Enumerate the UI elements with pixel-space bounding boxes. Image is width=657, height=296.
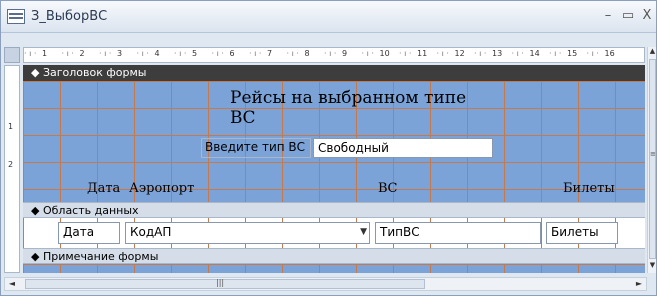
window-title: З_ВыборВС <box>31 9 108 24</box>
ruler-tick-label: 9 <box>342 49 348 58</box>
ruler-tick-label: 4 <box>154 49 160 58</box>
section-marker-icon: ◆ <box>31 250 40 263</box>
scroll-up-icon[interactable]: ▲ <box>648 47 657 57</box>
detail-section-label: Область данных <box>42 204 139 217</box>
ruler-tick-label: 14 <box>529 49 540 58</box>
ruler-tick-mark: · ı · <box>399 49 412 58</box>
ruler-tick-label: 12 <box>454 49 465 58</box>
form-selector[interactable] <box>4 47 20 63</box>
form-footer-label: Примечание формы <box>42 250 159 263</box>
scroll-right-icon[interactable]: ► <box>632 278 646 290</box>
ruler-tick-mark: · ı · <box>136 49 149 58</box>
vertical-scrollbar[interactable]: ▲ ≡ ▼ <box>647 47 656 273</box>
date-field[interactable]: Дата <box>58 222 120 244</box>
form-design-window: З_ВыборВС – ▭ X 1 · ı · 2 · ı · 3 · ı · 4 · ı ·… <box>0 0 657 296</box>
ruler-row: 1 · ı · 2 · ı · 3 · ı · 4 · ı · 5 · ı · 6 · ı · 7 · ı… <box>1 47 656 63</box>
ruler-tick-mark: · ı · <box>474 49 487 58</box>
detail-section[interactable]: Дата КодАП ▼ ТипВС Билеты <box>23 218 645 248</box>
ruler-tick-label: 15 <box>567 49 578 58</box>
ruler-tick-mark: · ı · <box>174 49 187 58</box>
ruler-tick-mark: · ı · <box>549 49 562 58</box>
ruler-tick-label: 11 <box>417 49 428 58</box>
vertical-scroll-thumb[interactable]: ≡ <box>649 59 656 259</box>
chevron-down-icon[interactable]: ▼ <box>360 227 367 237</box>
ruler-tick-label: 7 <box>267 49 273 58</box>
scroll-down-icon[interactable]: ▼ <box>648 261 657 271</box>
form-design-canvas[interactable]: ◆ Заголовок формы Рейсы на выбранном тип… <box>23 65 645 273</box>
form-footer-bar[interactable]: ◆ Примечание формы <box>23 248 645 264</box>
ruler-tick-label: 16 <box>604 49 615 58</box>
airport-code-value: КодАП <box>130 225 172 239</box>
ruler-tick-label: 8 <box>304 49 310 58</box>
form-header-section[interactable]: Рейсы на выбранном типе ВС Введите тип В… <box>23 81 645 202</box>
ruler-tick-mark: · ı · <box>61 49 74 58</box>
minimize-button[interactable]: – <box>598 7 618 25</box>
ruler-tick-mark: · ı · <box>324 49 337 58</box>
scroll-grip-icon: ≡ <box>650 150 656 158</box>
horizontal-scroll-thumb[interactable]: ||| <box>25 278 425 289</box>
ruler-tick-label: 10 <box>379 49 390 58</box>
aircraft-type-input[interactable]: Свободный <box>313 138 493 158</box>
tickets-field[interactable]: Билеты <box>546 222 618 244</box>
ruler-tick-mark: · ı · <box>211 49 224 58</box>
prompt-label[interactable]: Введите тип ВС <box>201 138 311 158</box>
column-header-aircraft[interactable]: ВС <box>378 181 408 196</box>
column-header-tickets[interactable]: Билеты <box>563 181 623 196</box>
form-header-label: Заголовок формы <box>42 66 147 79</box>
ruler-tick-mark: · ı · <box>286 49 299 58</box>
ruler-tick-mark: · ı · <box>436 49 449 58</box>
title-label[interactable]: Рейсы на выбранном типе ВС <box>226 88 491 128</box>
ruler-tick-label: 2 <box>8 160 14 169</box>
ruler-tick-label: 2 <box>79 49 85 58</box>
column-header-airport[interactable]: Аэропорт <box>129 181 199 196</box>
section-marker-icon: ◆ <box>31 66 40 79</box>
ruler-tick-mark: · ı · <box>99 49 112 58</box>
ruler-tick-mark: · ı · <box>511 49 524 58</box>
ruler-tick-mark: · ı · <box>586 49 599 58</box>
vertical-ruler[interactable]: 12 <box>4 65 20 273</box>
scroll-left-icon[interactable]: ◄ <box>5 278 19 290</box>
aircraft-type-field[interactable]: ТипВС <box>375 222 541 244</box>
horizontal-scrollbar[interactable]: ◄ ||| ► <box>4 277 647 291</box>
column-header-date[interactable]: Дата <box>87 181 123 196</box>
ruler-tick-label: 5 <box>192 49 198 58</box>
form-icon <box>7 9 25 24</box>
ruler-tick-mark: · ı · <box>249 49 262 58</box>
ruler-tick-label: 6 <box>229 49 235 58</box>
form-footer-section[interactable] <box>23 264 645 273</box>
ruler-tick-label: 1 <box>42 49 48 58</box>
horizontal-ruler[interactable]: 1 · ı · 2 · ı · 3 · ı · 4 · ı · 5 · ı · 6 · ı · 7 · ı… <box>23 47 645 63</box>
title-bar: З_ВыборВС – ▭ X <box>1 1 656 33</box>
ruler-tick-mark: · ı · <box>361 49 374 58</box>
detail-section-bar[interactable]: ◆ Область данных <box>23 202 645 218</box>
maximize-button[interactable]: ▭ <box>618 7 638 25</box>
ruler-tick-label: 1 <box>8 122 14 131</box>
close-button[interactable]: X <box>637 7 657 25</box>
form-header-bar[interactable]: ◆ Заголовок формы <box>23 65 645 81</box>
hscroll-grip-icon: ||| <box>216 278 225 287</box>
ruler-tick-label: 3 <box>117 49 123 58</box>
airport-code-combo[interactable]: КодАП ▼ <box>125 222 370 244</box>
ruler-tick-mark: · ı · <box>24 49 37 58</box>
section-marker-icon: ◆ <box>31 204 40 217</box>
ruler-tick-label: 13 <box>492 49 503 58</box>
